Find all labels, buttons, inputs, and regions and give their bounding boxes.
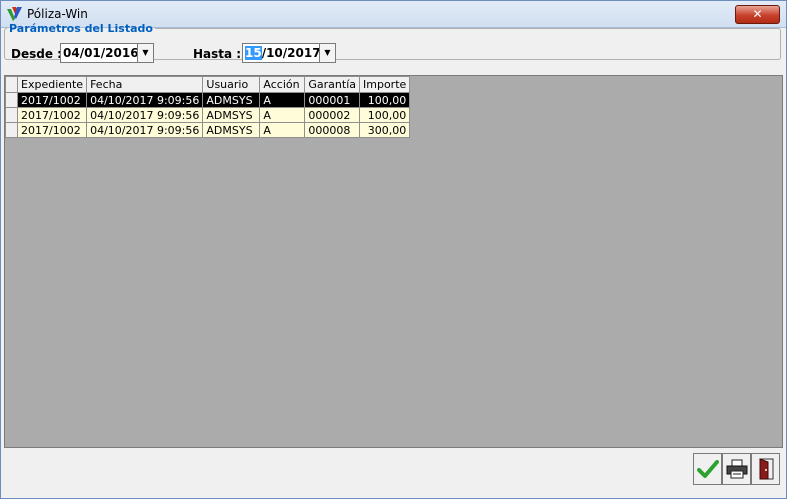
row-indicator[interactable] — [5, 122, 18, 138]
exit-button[interactable] — [751, 453, 780, 485]
cell-fecha[interactable]: 04/10/2017 9:09:56 — [86, 122, 204, 138]
checkmark-icon — [696, 460, 719, 478]
hasta-date-rest: /10/2017 — [261, 46, 321, 60]
cell-fecha[interactable]: 04/10/2017 9:09:56 — [86, 92, 204, 108]
row-indicator[interactable] — [5, 92, 18, 108]
cell-garantia[interactable]: 000008 — [304, 122, 360, 138]
hasta-date-picker[interactable]: 15/10/2017 ▼ — [242, 43, 336, 63]
cell-importe[interactable]: 100,00 — [358, 107, 411, 123]
results-grid[interactable]: Expediente Fecha Usuario Acción Garantía… — [4, 75, 783, 448]
cell-garantia[interactable]: 000001 — [304, 92, 360, 108]
desde-label: Desde : — [11, 47, 62, 61]
cell-garantia[interactable]: 000002 — [304, 107, 360, 123]
cell-expediente[interactable]: 2017/1002 — [16, 107, 88, 123]
chevron-down-icon: ▼ — [324, 48, 331, 57]
table-row[interactable]: 2017/1002 04/10/2017 9:09:56 ADMSYS A 00… — [5, 92, 411, 108]
cell-usuario[interactable]: ADMSYS — [202, 107, 261, 123]
hasta-day-selected[interactable]: 15 — [245, 46, 262, 60]
cell-expediente[interactable]: 2017/1002 — [16, 122, 88, 138]
row-indicator-header — [5, 76, 18, 93]
window-title: Póliza-Win — [27, 7, 88, 21]
printer-icon — [726, 459, 747, 479]
params-legend: Parámetros del Listado — [9, 22, 153, 35]
column-header-garantia[interactable]: Garantía — [304, 76, 360, 93]
column-header-usuario[interactable]: Usuario — [202, 76, 261, 93]
table-row[interactable]: 2017/1002 04/10/2017 9:09:56 ADMSYS A 00… — [5, 107, 411, 123]
cell-accion[interactable]: A — [259, 92, 306, 108]
cell-usuario[interactable]: ADMSYS — [202, 92, 261, 108]
client-area: Parámetros del Listado Desde : 04/01/201… — [1, 22, 786, 498]
column-header-importe[interactable]: Importe — [358, 76, 411, 93]
main-window: Póliza-Win ✕ Parámetros del Listado Desd… — [0, 0, 787, 499]
cell-importe[interactable]: 100,00 — [358, 92, 411, 108]
cell-expediente[interactable]: 2017/1002 — [16, 92, 88, 108]
header-row: Expediente Fecha Usuario Acción Garantía… — [5, 76, 411, 93]
table-row[interactable]: 2017/1002 04/10/2017 9:09:56 ADMSYS A 00… — [5, 122, 411, 138]
chevron-down-icon: ▼ — [142, 48, 149, 57]
results-table: Expediente Fecha Usuario Acción Garantía… — [5, 76, 411, 138]
app-logo-icon — [7, 7, 22, 21]
cell-accion[interactable]: A — [259, 122, 306, 138]
desde-date-value[interactable]: 04/01/2016 — [63, 46, 139, 60]
cell-usuario[interactable]: ADMSYS — [202, 122, 261, 138]
action-buttons — [693, 453, 780, 485]
desde-dropdown-button[interactable]: ▼ — [137, 44, 153, 62]
accept-button[interactable] — [693, 453, 722, 485]
column-header-accion[interactable]: Acción — [259, 76, 306, 93]
print-button[interactable] — [722, 453, 751, 485]
column-header-fecha[interactable]: Fecha — [86, 76, 204, 93]
row-indicator[interactable] — [5, 107, 18, 123]
cell-fecha[interactable]: 04/10/2017 9:09:56 — [86, 107, 204, 123]
hasta-date-value[interactable]: 15/10/2017 — [245, 46, 321, 60]
cell-importe[interactable]: 300,00 — [358, 122, 411, 138]
hasta-label: Hasta : — [193, 47, 242, 61]
hasta-dropdown-button[interactable]: ▼ — [319, 44, 335, 62]
desde-date-picker[interactable]: 04/01/2016 ▼ — [60, 43, 154, 63]
exit-door-icon — [759, 458, 773, 480]
cell-accion[interactable]: A — [259, 107, 306, 123]
column-header-expediente[interactable]: Expediente — [16, 76, 88, 93]
